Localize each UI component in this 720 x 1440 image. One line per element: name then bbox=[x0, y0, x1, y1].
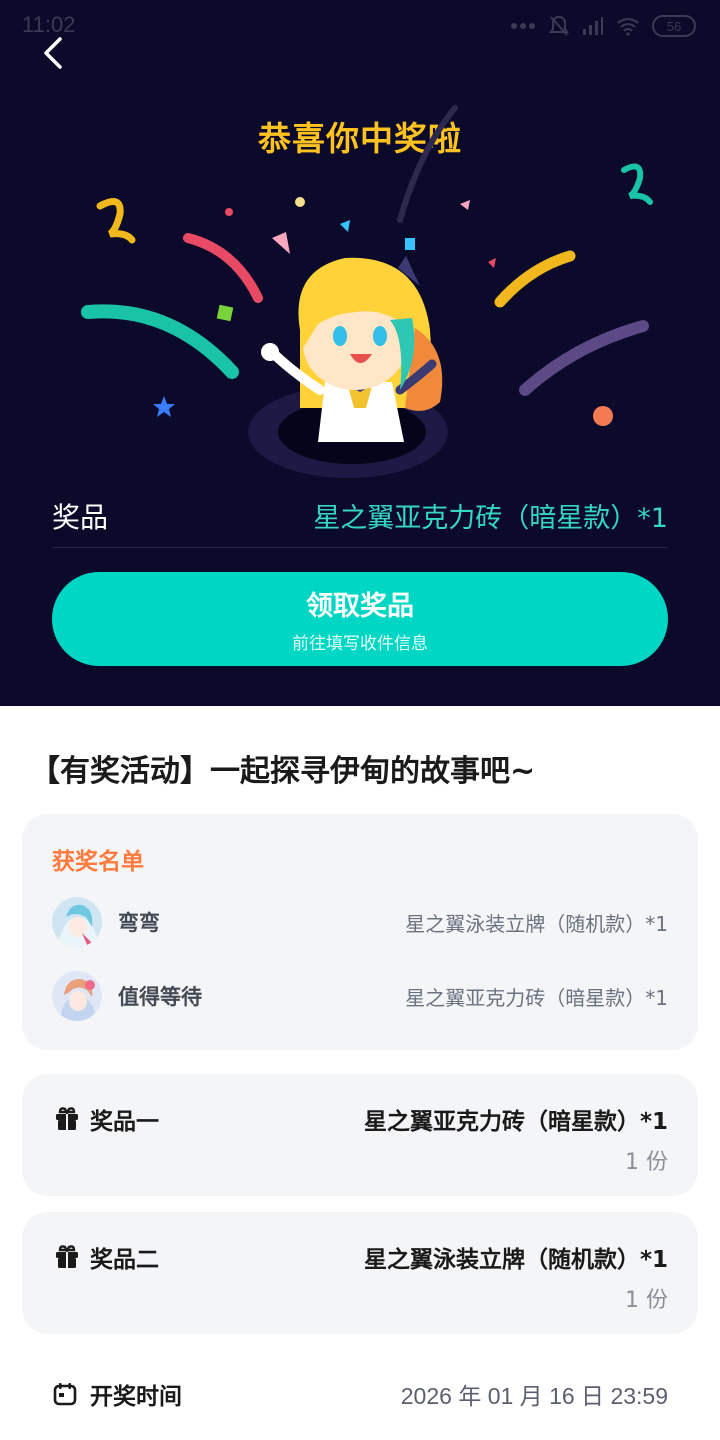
more-dots-icon bbox=[511, 23, 535, 29]
claim-prize-label: 领取奖品 bbox=[306, 591, 414, 622]
avatar-image bbox=[52, 897, 102, 947]
chevron-left-icon bbox=[44, 37, 62, 69]
prize-title-label: 奖品一 bbox=[90, 1109, 159, 1135]
calendar-icon bbox=[53, 1383, 77, 1406]
prize-card-2: 奖品二 星之翼泳装立牌（随机款）*1 1 份 bbox=[22, 1212, 698, 1334]
status-bar: 11:02 56 bbox=[0, 0, 720, 52]
winner-row[interactable]: 值得等待 星之翼亚克力砖（暗星款）*1 bbox=[52, 970, 668, 1022]
prize-quantity: 1 份 bbox=[625, 1288, 668, 1313]
avatar[interactable] bbox=[52, 971, 102, 1021]
draw-time-label-group: 开奖时间 bbox=[52, 1377, 182, 1411]
prize-quantity: 1 份 bbox=[625, 1150, 668, 1175]
wifi-icon bbox=[617, 18, 639, 36]
mute-bell-icon bbox=[549, 15, 569, 36]
winner-prize: 星之翼泳装立牌（随机款）*1 bbox=[405, 911, 668, 936]
prize-title: 奖品一 bbox=[54, 1102, 159, 1136]
claim-prize-button[interactable]: 领取奖品 前往填写收件信息 bbox=[52, 572, 668, 666]
signal-icon bbox=[583, 17, 603, 35]
winners-card: 获奖名单 弯弯 星之翼泳装立牌（随机款）*1 值得等待 星之翼亚克力砖（暗星款）… bbox=[22, 814, 698, 1050]
winner-row[interactable]: 弯弯 星之翼泳装立牌（随机款）*1 bbox=[52, 896, 668, 948]
won-prize-value: 星之翼亚克力砖（暗星款）*1 bbox=[313, 503, 668, 534]
draw-time-row: 开奖时间 2026 年 01 月 16 日 23:59 bbox=[52, 1372, 668, 1416]
mascot-celebration-illustration bbox=[81, 105, 653, 478]
winner-name: 值得等待 bbox=[118, 985, 202, 1009]
prize-name: 星之翼亚克力砖（暗星款）*1 bbox=[363, 1109, 668, 1135]
battery-level: 56 bbox=[666, 18, 682, 34]
back-button[interactable] bbox=[30, 30, 76, 76]
winner-prize: 星之翼亚克力砖（暗星款）*1 bbox=[405, 985, 668, 1010]
avatar-image bbox=[52, 971, 102, 1021]
gift-icon bbox=[56, 1107, 78, 1130]
prize-title: 奖品二 bbox=[54, 1240, 159, 1274]
winner-name: 弯弯 bbox=[118, 911, 160, 935]
battery-icon: 56 bbox=[652, 15, 696, 37]
won-prize-row: 奖品 星之翼亚克力砖（暗星款）*1 bbox=[52, 484, 668, 548]
claim-prize-sublabel: 前往填写收件信息 bbox=[292, 634, 428, 654]
prize-name: 星之翼泳装立牌（随机款）*1 bbox=[363, 1247, 668, 1273]
prize-hero: 11:02 56 恭喜你中奖啦 奖品 星之翼亚克力砖（暗星款）*1 领取奖品 前… bbox=[0, 0, 720, 706]
gift-icon bbox=[56, 1245, 78, 1268]
prize-card-1: 奖品一 星之翼亚克力砖（暗星款）*1 1 份 bbox=[22, 1074, 698, 1196]
won-prize-label: 奖品 bbox=[52, 500, 109, 534]
winners-heading: 获奖名单 bbox=[52, 849, 144, 875]
activity-title: 【有奖活动】一起探寻伊甸的故事吧~ bbox=[30, 754, 536, 789]
draw-time-value: 2026 年 01 月 16 日 23:59 bbox=[400, 1383, 668, 1409]
prize-title-label: 奖品二 bbox=[90, 1247, 159, 1273]
status-icons: 56 bbox=[510, 14, 696, 38]
avatar[interactable] bbox=[52, 897, 102, 947]
draw-time-label: 开奖时间 bbox=[90, 1384, 182, 1410]
